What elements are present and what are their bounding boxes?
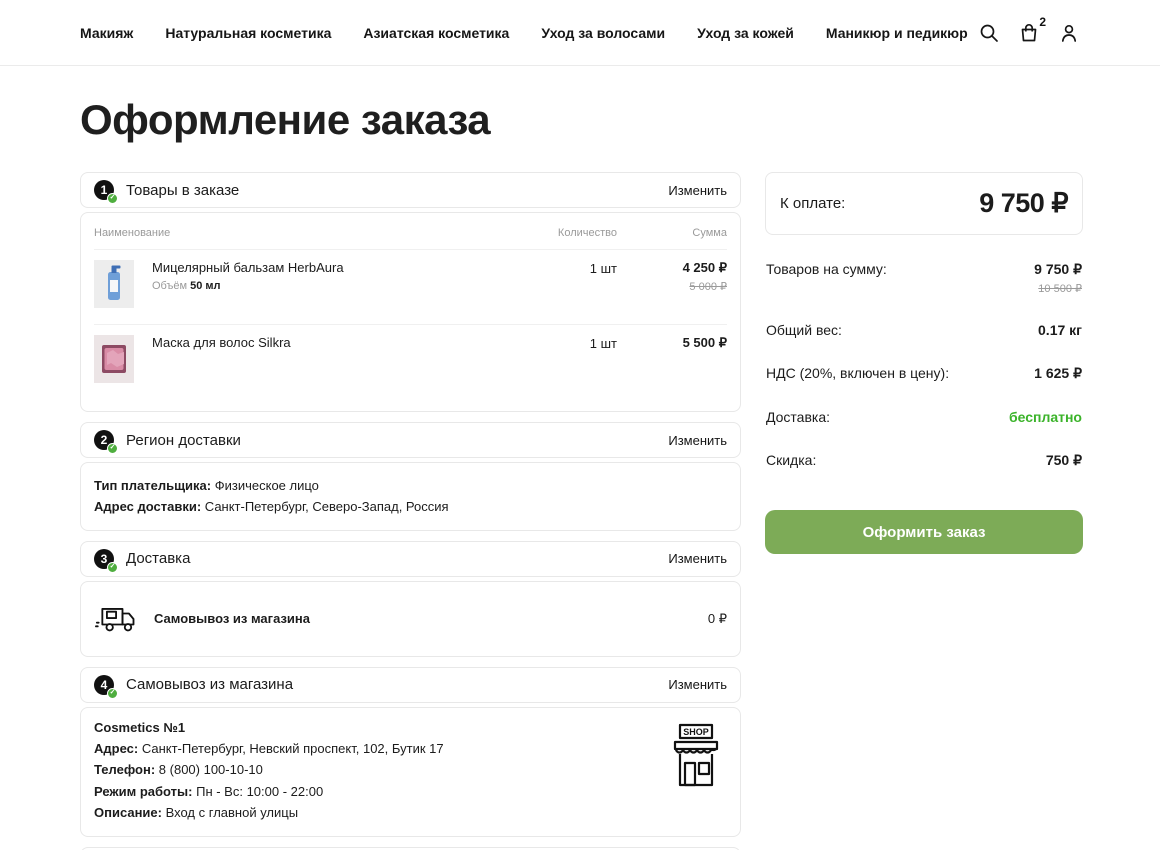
table-header-row: Наименование Количество Сумма bbox=[94, 225, 727, 249]
account-icon[interactable] bbox=[1058, 22, 1080, 44]
delivery-method-price: 0 ₽ bbox=[708, 611, 727, 627]
nav-item-makeup[interactable]: Макияж bbox=[80, 25, 133, 41]
summary-row-subtotal: Товаров на сумму: 9 750 ₽ 10 500 ₽ bbox=[766, 261, 1082, 295]
summary-row-discount: Скидка: 750 ₽ bbox=[766, 452, 1082, 469]
store-hours-label: Режим работы: bbox=[94, 784, 192, 799]
section-title: Самовывоз из магазина bbox=[126, 676, 293, 693]
step-1-badge: 1 ✓ bbox=[94, 180, 114, 200]
edit-pickup-link[interactable]: Изменить bbox=[668, 677, 727, 692]
delivery-method-name: Самовывоз из магазина bbox=[154, 611, 310, 626]
edit-items-link[interactable]: Изменить bbox=[668, 183, 727, 198]
edit-region-link[interactable]: Изменить bbox=[668, 433, 727, 448]
table-row: Мицелярный бальзам HerbAura Объём 50 мл … bbox=[94, 249, 727, 324]
step-4-badge: 4 ✓ bbox=[94, 675, 114, 695]
nav-item-skin[interactable]: Уход за кожей bbox=[697, 25, 794, 41]
step-done-check-icon: ✓ bbox=[107, 193, 118, 204]
payer-type-label: Тип плательщика: bbox=[94, 478, 211, 493]
section-payment-header: 5 ✓ Оплата Изменить bbox=[80, 847, 741, 850]
nav-item-natural[interactable]: Натуральная косметика bbox=[165, 25, 331, 41]
cart-icon[interactable]: 2 bbox=[1018, 22, 1040, 44]
top-navigation: Макияж Натуральная косметика Азиатская к… bbox=[0, 0, 1160, 66]
product-image bbox=[94, 335, 134, 383]
delivery-address-label: Адрес доставки: bbox=[94, 499, 201, 514]
section-title: Доставка bbox=[126, 550, 190, 567]
section-pickup-header: 4 ✓ Самовывоз из магазина Изменить bbox=[80, 667, 741, 703]
cart-count-badge: 2 bbox=[1039, 15, 1046, 29]
store-note-label: Описание: bbox=[94, 805, 162, 820]
section-delivery: 3 ✓ Доставка Изменить bbox=[80, 541, 741, 657]
table-row: Маска для волос Silkra 1 шт 5 500 ₽ bbox=[94, 324, 727, 399]
summary-row-vat: НДС (20%, включен в цену): 1 625 ₽ bbox=[766, 365, 1082, 382]
option-value: 50 мл bbox=[190, 280, 220, 292]
step-2-badge: 2 ✓ bbox=[94, 430, 114, 450]
store-name: Cosmetics №1 bbox=[94, 720, 655, 735]
order-items-table: Наименование Количество Сумма bbox=[80, 212, 741, 412]
product-qty: 1 шт bbox=[497, 335, 617, 351]
section-order-items-header: 1 ✓ Товары в заказе Изменить bbox=[80, 172, 741, 208]
step-done-check-icon: ✓ bbox=[107, 688, 118, 699]
section-delivery-region: 2 ✓ Регион доставки Изменить Тип платель… bbox=[80, 422, 741, 531]
page-title: Оформление заказа bbox=[80, 96, 1080, 144]
col-header-sum: Сумма bbox=[617, 227, 727, 239]
step-3-badge: 3 ✓ bbox=[94, 549, 114, 569]
product-price: 4 250 ₽ bbox=[617, 260, 727, 276]
total-due-label: К оплате: bbox=[780, 195, 845, 212]
delivery-truck-icon bbox=[94, 600, 140, 638]
col-header-name: Наименование bbox=[94, 227, 497, 239]
svg-text:SHOP: SHOP bbox=[683, 727, 709, 737]
subtotal-value: 9 750 ₽ bbox=[1034, 261, 1082, 277]
section-pickup-point: 4 ✓ Самовывоз из магазина Изменить Cosme… bbox=[80, 667, 741, 837]
product-price: 5 500 ₽ bbox=[617, 335, 727, 351]
pickup-details: Cosmetics №1 Адрес: Санкт-Петербург, Нев… bbox=[80, 707, 741, 837]
product-name[interactable]: Мицелярный бальзам HerbAura bbox=[152, 260, 497, 275]
nav-item-manicure[interactable]: Маникюр и педикюр bbox=[826, 25, 968, 41]
section-payment: 5 ✓ Оплата Изменить bbox=[80, 847, 741, 850]
store-note-value: Вход с главной улицы bbox=[166, 805, 298, 820]
total-due-card: К оплате: 9 750 ₽ bbox=[765, 172, 1083, 235]
product-name[interactable]: Маска для волос Silkra bbox=[152, 335, 497, 350]
section-delivery-header: 3 ✓ Доставка Изменить bbox=[80, 541, 741, 577]
product-image bbox=[94, 260, 134, 308]
product-old-price: 5 000 ₽ bbox=[617, 280, 727, 293]
edit-delivery-link[interactable]: Изменить bbox=[668, 551, 727, 566]
section-delivery-region-header: 2 ✓ Регион доставки Изменить bbox=[80, 422, 741, 458]
section-title: Регион доставки bbox=[126, 432, 241, 449]
section-title: Товары в заказе bbox=[126, 182, 239, 199]
section-order-items: 1 ✓ Товары в заказе Изменить Наименовани… bbox=[80, 172, 741, 412]
delivery-method-row: Самовывоз из магазина 0 ₽ bbox=[94, 594, 727, 644]
store-address-label: Адрес: bbox=[94, 741, 138, 756]
storefront-icon: SHOP bbox=[667, 722, 727, 824]
col-header-qty: Количество bbox=[497, 227, 617, 239]
store-phone-label: Телефон: bbox=[94, 762, 155, 777]
nav-item-asian[interactable]: Азиатская косметика bbox=[363, 25, 509, 41]
nav-menu: Макияж Натуральная косметика Азиатская к… bbox=[80, 25, 968, 41]
summary-row-weight: Общий вес: 0.17 кг bbox=[766, 322, 1082, 338]
delivery-address-value: Санкт-Петербург, Северо-Запад, Россия bbox=[205, 499, 449, 514]
step-done-check-icon: ✓ bbox=[107, 443, 118, 454]
nav-item-hair[interactable]: Уход за волосами bbox=[541, 25, 665, 41]
total-due-value: 9 750 ₽ bbox=[979, 188, 1068, 219]
subtotal-old-value: 10 500 ₽ bbox=[1034, 282, 1082, 295]
store-address-value: Санкт-Петербург, Невский проспект, 102, … bbox=[142, 741, 444, 756]
option-label: Объём bbox=[152, 280, 187, 292]
product-qty: 1 шт bbox=[497, 260, 617, 276]
region-details: Тип плательщика: Физическое лицо Адрес д… bbox=[80, 462, 741, 531]
payer-type-value: Физическое лицо bbox=[215, 478, 319, 493]
summary-row-delivery: Доставка: бесплатно bbox=[766, 409, 1082, 425]
store-phone-value: 8 (800) 100-10-10 bbox=[159, 762, 263, 777]
search-icon[interactable] bbox=[978, 22, 1000, 44]
order-summary: К оплате: 9 750 ₽ Товаров на сумму: 9 75… bbox=[765, 172, 1083, 554]
store-hours-value: Пн - Вс: 10:00 - 22:00 bbox=[196, 784, 323, 799]
place-order-button[interactable]: Оформить заказ bbox=[765, 510, 1083, 554]
step-done-check-icon: ✓ bbox=[107, 562, 118, 573]
